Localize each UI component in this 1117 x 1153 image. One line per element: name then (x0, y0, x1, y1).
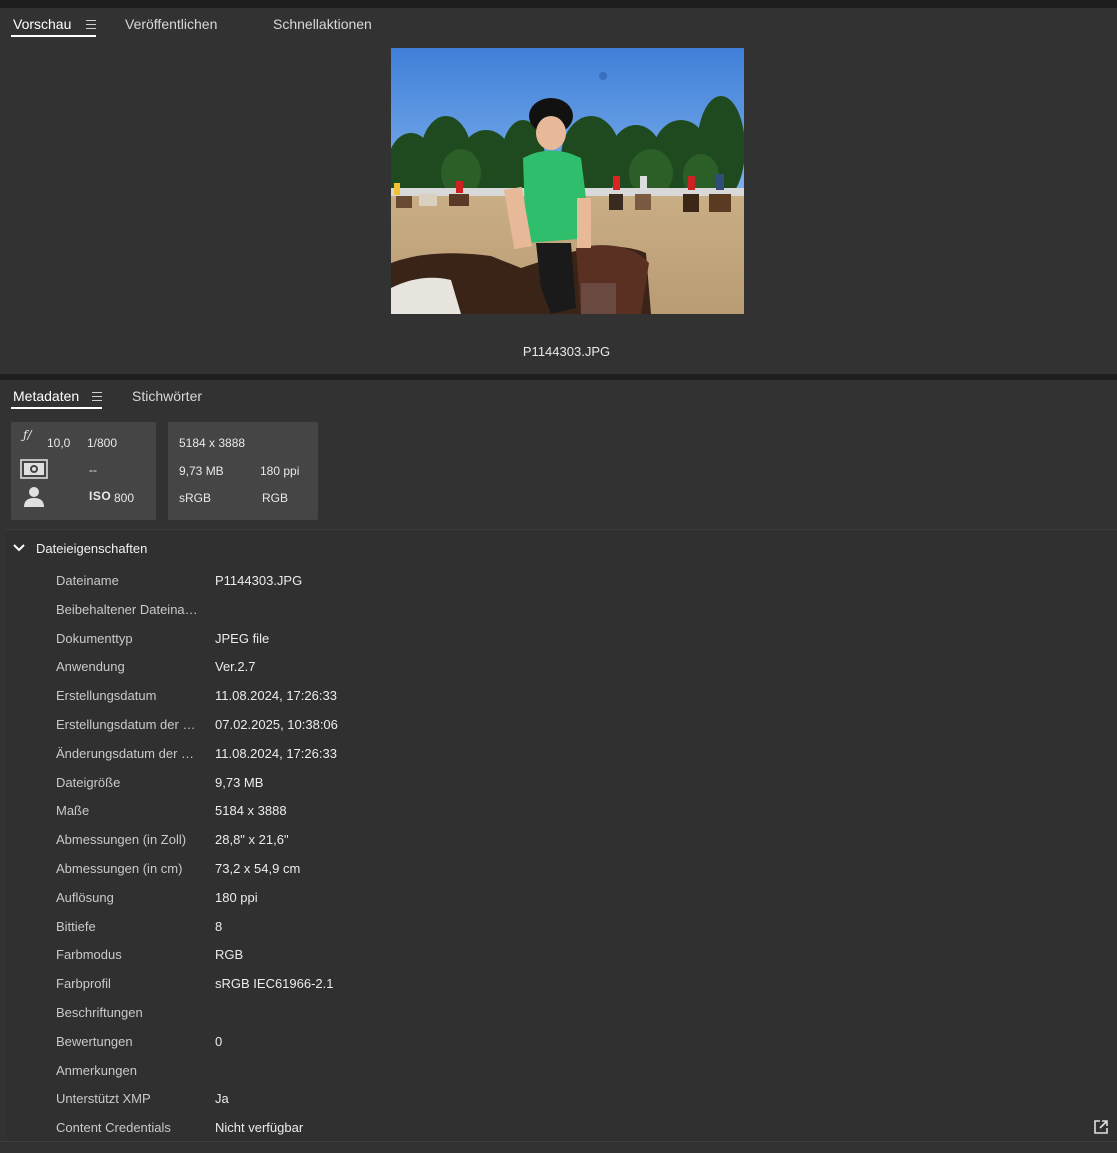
property-row: Erstellungsdatum 11.08.2024, 17:26:33 (0, 688, 1117, 716)
property-row: Beschriftungen (0, 1005, 1117, 1033)
property-value: 9,73 MB (215, 774, 264, 790)
aperture-value: 10,0 (47, 436, 71, 450)
property-key: Abmessungen (in cm) (56, 861, 183, 876)
property-value: RGB (215, 947, 244, 963)
metering-value: -- (89, 463, 97, 477)
color-mode-value: RGB (262, 491, 289, 505)
iso-value: 800 (114, 491, 135, 505)
property-key: Farbmodus (56, 947, 122, 963)
property-row: Unterstützt XMP Ja (0, 1091, 1117, 1119)
property-row: Farbmodus RGB (0, 947, 1117, 975)
property-row: Änderungsdatum der Datei 11.08.2024, 17:2… (0, 746, 1117, 774)
active-tab-underline (11, 35, 96, 37)
property-key: Abmessungen (in Zoll) (56, 832, 187, 848)
property-value: 73,2 x 54,9 cm (215, 861, 301, 876)
property-key: Dateigröße (56, 774, 121, 790)
property-row: Bewertungen 0 (0, 1034, 1117, 1062)
property-key: Anmerkungen (56, 1062, 137, 1078)
top-strip (0, 0, 1117, 8)
property-value: 8 (215, 918, 223, 934)
property-row: Erstellungsdatum der Datei 07.02.2025, 10… (0, 717, 1117, 745)
property-key: Dateiname (56, 573, 119, 588)
iso-label: ISO (89, 489, 112, 503)
preview-image[interactable] (391, 48, 744, 314)
property-value: P1144303.JPG (215, 573, 303, 588)
f-stop-icon: ƒ/ (23, 428, 32, 442)
property-value: Nicht verfügbar (215, 1120, 304, 1136)
active-tab-underline (11, 407, 102, 409)
property-value: 5184 x 3888 (215, 803, 287, 819)
tab-vorschau[interactable]: Vorschau (13, 16, 71, 32)
property-key: Beschriftungen (56, 1005, 143, 1020)
hamburger-menu-icon[interactable] (86, 20, 96, 29)
camera-settings-card: ƒ/ 10,0 1/800 -- ISO 800 (11, 422, 156, 520)
property-key: Anwendung (56, 659, 125, 675)
preview-tab-bar: Vorschau Veröffentlichen Schnellaktionen (0, 8, 1117, 38)
property-value: 0 (215, 1033, 223, 1049)
property-value: 180 ppi (215, 889, 258, 905)
property-key: Bittiefe (56, 918, 96, 934)
property-key: Auflösung (56, 889, 114, 905)
property-key: Erstellungsdatum (56, 688, 157, 704)
tab-metadaten[interactable]: Metadaten (13, 388, 79, 404)
property-row: Dateiname P1144303.JPG (0, 573, 1117, 601)
file-size-value: 9,73 MB (179, 464, 224, 478)
property-key: Farbprofil (56, 976, 111, 992)
tab-veroeffentlichen[interactable]: Veröffentlichen (125, 16, 217, 32)
dimensions-value: 5184 x 3888 (179, 436, 246, 450)
section-title[interactable]: Dateieigenschaften (36, 541, 147, 556)
property-value: Ja (215, 1091, 229, 1107)
person-exposure-icon (23, 486, 45, 511)
hamburger-menu-icon[interactable] (92, 392, 102, 401)
property-value: 28,8" x 21,6" (215, 832, 289, 848)
property-value: Ver.2.7 (215, 659, 256, 675)
property-value: 11.08.2024, 17:26:33 (215, 745, 337, 761)
property-row: Content Credentials Nicht verfügbar (0, 1120, 1117, 1148)
property-row: Beibehaltener Dateiname (0, 602, 1117, 630)
preview-filename: P1144303.JPG (522, 344, 611, 359)
property-key: Unterstützt XMP (56, 1091, 151, 1107)
tab-schnellaktionen[interactable]: Schnellaktionen (273, 16, 372, 32)
bottom-border (0, 1141, 1117, 1142)
property-value: sRGB IEC61966-2.1 (215, 976, 334, 992)
property-key: Änderungsdatum der Datei (56, 745, 200, 761)
property-row: Dokumenttyp JPEG file (0, 631, 1117, 659)
metering-mode-icon (20, 459, 48, 482)
property-key: Content Credentials (56, 1120, 171, 1136)
open-external-icon[interactable] (1093, 1119, 1109, 1135)
color-profile-value: sRGB (179, 491, 212, 505)
property-key: Maße (56, 803, 90, 819)
resolution-value: 180 ppi (260, 464, 300, 478)
chevron-down-icon[interactable] (12, 542, 26, 554)
property-row: Auflösung 180 ppi (0, 890, 1117, 918)
property-row: Farbprofil sRGB IEC61966-2.1 (0, 976, 1117, 1004)
metadata-tab-bar: Metadaten Stichwörter (0, 380, 1117, 410)
tab-stichwoerter[interactable]: Stichwörter (132, 388, 202, 404)
property-row: Anwendung Ver.2.7 (0, 659, 1117, 687)
file-info-card: 5184 x 3888 9,73 MB 180 ppi sRGB RGB (168, 422, 318, 520)
property-row: Anmerkungen (0, 1063, 1117, 1091)
property-key: Erstellungsdatum der Datei (56, 717, 200, 732)
property-value: 07.02.2025, 10:38:06 (215, 717, 338, 732)
property-row: Abmessungen (in cm) 73,2 x 54,9 cm (0, 861, 1117, 889)
shutter-value: 1/800 (87, 436, 118, 450)
property-key: Dokumenttyp (56, 630, 133, 646)
property-row: Bittiefe 8 (0, 919, 1117, 947)
property-row: Maße 5184 x 3888 (0, 803, 1117, 831)
property-row: Abmessungen (in Zoll) 28,8" x 21,6" (0, 832, 1117, 860)
property-value: 11.08.2024, 17:26:33 (215, 688, 337, 704)
property-key: Beibehaltener Dateiname (56, 601, 200, 617)
property-key: Bewertungen (56, 1033, 133, 1049)
property-value: JPEG file (215, 630, 270, 646)
property-row: Dateigröße 9,73 MB (0, 775, 1117, 803)
